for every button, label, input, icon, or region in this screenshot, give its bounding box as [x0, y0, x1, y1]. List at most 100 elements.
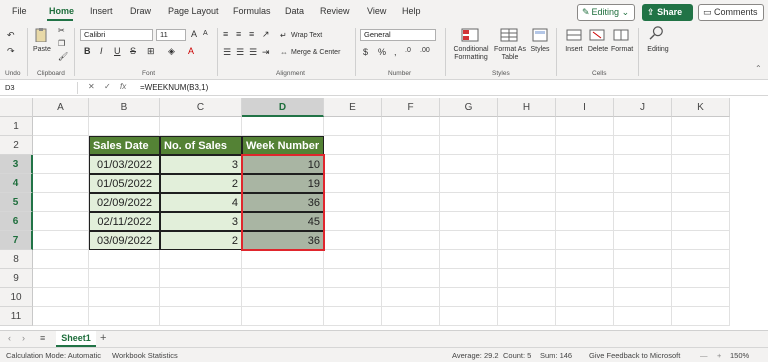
cell-f6[interactable]	[382, 212, 440, 231]
menu-page-layout[interactable]: Page Layout	[168, 6, 219, 16]
comma-style-icon[interactable]: ,	[394, 47, 397, 57]
cell-j4[interactable]	[614, 174, 672, 193]
cell-j3[interactable]	[614, 155, 672, 174]
cell-e5[interactable]	[324, 193, 382, 212]
cell-f4[interactable]	[382, 174, 440, 193]
cell-j11[interactable]	[614, 307, 672, 326]
cancel-icon[interactable]: ✕	[88, 82, 95, 91]
table-data-cell[interactable]: 03/09/2022	[89, 231, 160, 250]
cell-a9[interactable]	[33, 269, 89, 288]
conditional-formatting-button[interactable]: Conditional Formatting	[448, 46, 494, 62]
align-top-icon[interactable]: ≡	[223, 29, 228, 39]
row-header-9[interactable]: 9	[0, 269, 33, 288]
decrease-font-icon[interactable]: A	[203, 30, 208, 37]
cell-h7[interactable]	[498, 231, 556, 250]
cell-j8[interactable]	[614, 250, 672, 269]
cell-g2[interactable]	[440, 136, 498, 155]
column-header-g[interactable]: G	[440, 98, 498, 117]
cell-g6[interactable]	[440, 212, 498, 231]
cell-i1[interactable]	[556, 117, 614, 136]
menu-file[interactable]: File	[12, 6, 27, 16]
column-header-j[interactable]: J	[614, 98, 672, 117]
cell-e10[interactable]	[324, 288, 382, 307]
table-data-cell[interactable]: 02/09/2022	[89, 193, 160, 212]
table-data-cell[interactable]: 3	[160, 212, 242, 231]
cell-j5[interactable]	[614, 193, 672, 212]
cell-k3[interactable]	[672, 155, 730, 174]
format-cells-icon[interactable]	[612, 28, 630, 42]
cell-b11[interactable]	[89, 307, 160, 326]
collapse-ribbon-icon[interactable]: ⌃	[755, 64, 762, 73]
menu-formulas[interactable]: Formulas	[233, 6, 271, 16]
menu-view[interactable]: View	[367, 6, 386, 16]
fx-icon[interactable]: fx	[120, 82, 126, 91]
cell-i8[interactable]	[556, 250, 614, 269]
cell-d10[interactable]	[242, 288, 324, 307]
row-header-7[interactable]: 7	[0, 231, 33, 250]
cell-j2[interactable]	[614, 136, 672, 155]
cell-i7[interactable]	[556, 231, 614, 250]
align-middle-icon[interactable]: ≡	[236, 29, 241, 39]
column-header-a[interactable]: A	[33, 98, 89, 117]
cell-i11[interactable]	[556, 307, 614, 326]
cell-e4[interactable]	[324, 174, 382, 193]
add-sheet-button[interactable]: +	[100, 332, 106, 344]
cell-styles-button[interactable]: Styles	[529, 46, 551, 54]
cell-c1[interactable]	[160, 117, 242, 136]
cell-b8[interactable]	[89, 250, 160, 269]
cell-c9[interactable]	[160, 269, 242, 288]
row-header-6[interactable]: 6	[0, 212, 33, 231]
cell-h3[interactable]	[498, 155, 556, 174]
align-bottom-icon[interactable]: ≡	[249, 29, 254, 39]
orientation-icon[interactable]: ↗	[262, 29, 270, 40]
cell-e7[interactable]	[324, 231, 382, 250]
cell-i5[interactable]	[556, 193, 614, 212]
row-header-8[interactable]: 8	[0, 250, 33, 269]
cell-b9[interactable]	[89, 269, 160, 288]
cell-g7[interactable]	[440, 231, 498, 250]
paste-icon[interactable]	[32, 28, 50, 42]
cell-k1[interactable]	[672, 117, 730, 136]
column-header-h[interactable]: H	[498, 98, 556, 117]
cell-i6[interactable]	[556, 212, 614, 231]
zoom-in-button[interactable]: +	[717, 351, 721, 360]
conditional-formatting-icon[interactable]	[461, 28, 479, 42]
cell-f7[interactable]	[382, 231, 440, 250]
table-data-cell[interactable]: 4	[160, 193, 242, 212]
cell-h9[interactable]	[498, 269, 556, 288]
cell-h11[interactable]	[498, 307, 556, 326]
align-left-icon[interactable]: ☰	[223, 47, 231, 58]
cell-c8[interactable]	[160, 250, 242, 269]
cell-g8[interactable]	[440, 250, 498, 269]
cell-i9[interactable]	[556, 269, 614, 288]
cell-j1[interactable]	[614, 117, 672, 136]
cell-k4[interactable]	[672, 174, 730, 193]
borders-icon[interactable]: ⊞	[147, 46, 155, 57]
editing-mode-button[interactable]: ✎ Editing ⌄	[577, 4, 635, 21]
table-data-cell[interactable]: 01/05/2022	[89, 174, 160, 193]
row-header-3[interactable]: 3	[0, 155, 33, 174]
share-button[interactable]: ⇪ Share	[642, 4, 693, 21]
delete-cells-icon[interactable]	[588, 28, 606, 42]
cell-j6[interactable]	[614, 212, 672, 231]
redo-icon[interactable]: ↷	[7, 46, 15, 57]
cell-c11[interactable]	[160, 307, 242, 326]
zoom-level[interactable]: 150%	[730, 351, 749, 360]
row-header-11[interactable]: 11	[0, 307, 33, 326]
cell-b1[interactable]	[89, 117, 160, 136]
cell-styles-icon[interactable]	[531, 28, 549, 42]
spreadsheet-grid[interactable]: A B C D E F G H I J K 1 2 3 4 5 6 7 8 9 10 11 Sales Date No. of…	[0, 98, 768, 330]
cell-k10[interactable]	[672, 288, 730, 307]
cell-k7[interactable]	[672, 231, 730, 250]
workbook-statistics[interactable]: Workbook Statistics	[112, 351, 178, 360]
italic-icon[interactable]: I	[100, 46, 103, 56]
formula-input[interactable]: =WEEKNUM(B3,1)	[140, 82, 208, 94]
menu-help[interactable]: Help	[402, 6, 421, 16]
merge-center-button[interactable]: Merge & Center	[291, 49, 340, 57]
cell-f9[interactable]	[382, 269, 440, 288]
comments-button[interactable]: ▭ Comments	[698, 4, 764, 21]
cell-a3[interactable]	[33, 155, 89, 174]
row-header-10[interactable]: 10	[0, 288, 33, 307]
cell-i3[interactable]	[556, 155, 614, 174]
menu-home[interactable]: Home	[49, 6, 74, 16]
